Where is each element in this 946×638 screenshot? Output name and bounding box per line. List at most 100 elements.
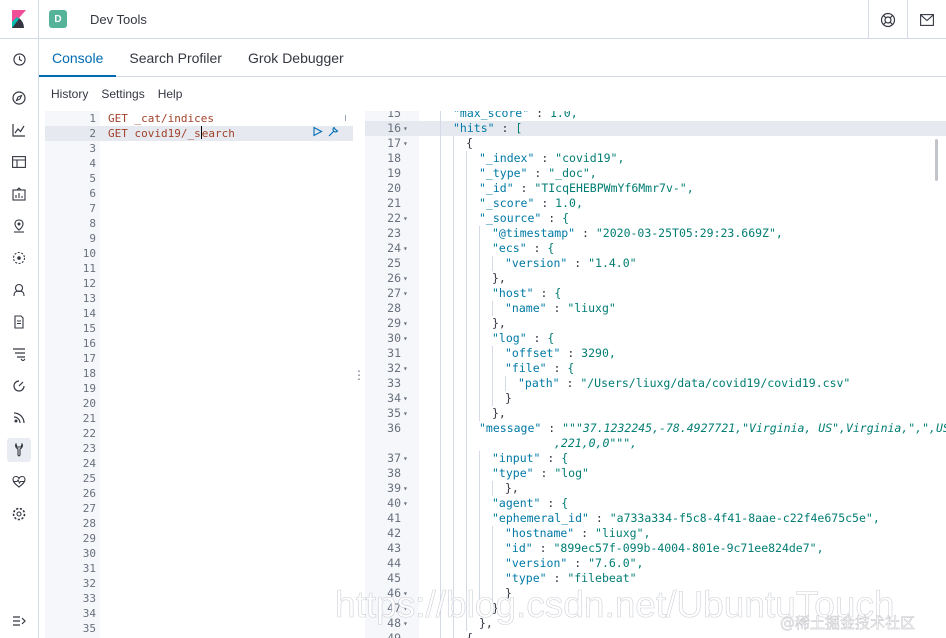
request-line[interactable]: 7: [45, 201, 353, 216]
indent-guide: [479, 481, 480, 496]
mail-icon[interactable]: [907, 0, 946, 39]
dashboard-icon[interactable]: [7, 150, 31, 174]
request-line[interactable]: 31: [45, 561, 353, 576]
fold-toggle-icon[interactable]: ▾: [403, 316, 408, 331]
request-line[interactable]: 25: [45, 471, 353, 486]
request-line[interactable]: 13: [45, 291, 353, 306]
wrench-icon[interactable]: [327, 126, 339, 141]
request-line[interactable]: 33: [45, 591, 353, 606]
fold-toggle-icon[interactable]: ▾: [403, 211, 408, 226]
menu-settings[interactable]: Settings: [101, 87, 144, 101]
request-line[interactable]: 18: [45, 366, 353, 381]
request-line[interactable]: 26: [45, 486, 353, 501]
menu-help[interactable]: Help: [158, 87, 183, 101]
menu-history[interactable]: History: [51, 87, 88, 101]
request-line[interactable]: 22: [45, 426, 353, 441]
request-line[interactable]: 8: [45, 216, 353, 231]
request-line[interactable]: 16: [45, 336, 353, 351]
response-line: 34 ▾}: [365, 391, 946, 406]
line-number: 35: [82, 622, 96, 635]
response-line: 22 ▾ "_source" : {: [365, 211, 946, 226]
uptime-icon[interactable]: [7, 374, 31, 398]
request-line[interactable]: 12: [45, 276, 353, 291]
machine-learning-icon[interactable]: [7, 246, 31, 270]
request-line[interactable]: 15: [45, 321, 353, 336]
request-line[interactable]: 21: [45, 411, 353, 426]
request-line[interactable]: 19: [45, 381, 353, 396]
fold-toggle-icon[interactable]: ▾: [403, 406, 408, 421]
request-editor[interactable]: 1 GET _cat/indices 2 GET covid19/_search…: [45, 111, 353, 638]
play-icon[interactable]: [312, 126, 323, 141]
tab-console[interactable]: Console: [39, 39, 117, 77]
request-line[interactable]: 32: [45, 576, 353, 591]
stack-monitoring-icon[interactable]: [7, 470, 31, 494]
indent-guide: [479, 526, 480, 541]
request-line[interactable]: 3: [45, 141, 353, 156]
line-number: 24: [387, 241, 401, 255]
indent-guide: [479, 496, 480, 511]
management-icon[interactable]: [7, 502, 31, 526]
fold-toggle-icon[interactable]: ▾: [403, 391, 408, 406]
fold-toggle-icon[interactable]: ▾: [403, 496, 408, 511]
request-line[interactable]: 23: [45, 441, 353, 456]
panel-resizer[interactable]: ⋮: [353, 111, 365, 638]
collapse-nav-icon[interactable]: [7, 609, 31, 633]
request-line[interactable]: 28: [45, 516, 353, 531]
scroll-marker: [345, 115, 346, 121]
fold-toggle-icon[interactable]: ▾: [403, 451, 408, 466]
fold-toggle-icon[interactable]: ▾: [403, 361, 408, 376]
apm-icon[interactable]: [7, 342, 31, 366]
response-scrollbar[interactable]: [935, 139, 938, 181]
fold-toggle-icon[interactable]: ▾: [403, 331, 408, 346]
siem-icon[interactable]: [7, 406, 31, 430]
tab-grok-debugger[interactable]: Grok Debugger: [235, 39, 357, 76]
indent-guide: [440, 241, 441, 256]
help-icon[interactable]: [868, 0, 907, 39]
request-line[interactable]: 10: [45, 246, 353, 261]
request-line[interactable]: 4: [45, 156, 353, 171]
indent-guide: [479, 316, 480, 331]
request-line[interactable]: 11: [45, 261, 353, 276]
fold-toggle-icon[interactable]: ▾: [403, 136, 408, 151]
fold-toggle-icon[interactable]: ▾: [403, 286, 408, 301]
canvas-icon[interactable]: [7, 182, 31, 206]
fold-toggle-icon[interactable]: ▾: [403, 241, 408, 256]
request-line[interactable]: 17: [45, 351, 353, 366]
request-line[interactable]: 35: [45, 621, 353, 636]
fold-toggle-icon[interactable]: ▾: [403, 271, 408, 286]
request-line[interactable]: 27: [45, 501, 353, 516]
fold-toggle-icon[interactable]: ▾: [403, 481, 408, 496]
kibana-logo[interactable]: [0, 0, 39, 39]
logs-icon[interactable]: [7, 310, 31, 334]
indent-guide: [440, 316, 441, 331]
request-line[interactable]: 5: [45, 171, 353, 186]
indent-guide: [492, 301, 493, 316]
watermark-brand: @稀土掘金技术社区: [780, 614, 916, 632]
tab-search-profiler[interactable]: Search Profiler: [116, 39, 235, 76]
recently-viewed-icon[interactable]: [7, 47, 31, 71]
request-line[interactable]: 14: [45, 306, 353, 321]
request-line[interactable]: 9: [45, 231, 353, 246]
request-line[interactable]: 34: [45, 606, 353, 621]
indent-guide: [466, 481, 467, 496]
request-line[interactable]: 6: [45, 186, 353, 201]
request-line[interactable]: 20: [45, 396, 353, 411]
visualize-icon[interactable]: [7, 118, 31, 142]
request-line[interactable]: 24: [45, 456, 353, 471]
line-number: 21: [387, 196, 401, 210]
discover-icon[interactable]: [7, 86, 31, 110]
line-number: 35: [387, 406, 401, 420]
response-editor[interactable]: 15 "max_score" : 1.0, 16 ▾ "hits" : [17 ▾{18 "…: [365, 111, 946, 638]
line-number: 22: [387, 211, 401, 225]
request-line[interactable]: 1 GET _cat/indices: [45, 111, 353, 126]
indent-guide: [440, 151, 441, 166]
fold-toggle-icon[interactable]: ▾: [403, 121, 408, 136]
dev-tools-icon[interactable]: [7, 438, 31, 462]
metrics-icon[interactable]: [7, 278, 31, 302]
line-number: 3: [89, 142, 96, 155]
space-avatar[interactable]: D: [49, 10, 67, 28]
request-line-active[interactable]: 2 GET covid19/_search: [45, 126, 353, 141]
request-line[interactable]: 29: [45, 531, 353, 546]
maps-icon[interactable]: [7, 214, 31, 238]
request-line[interactable]: 30: [45, 546, 353, 561]
